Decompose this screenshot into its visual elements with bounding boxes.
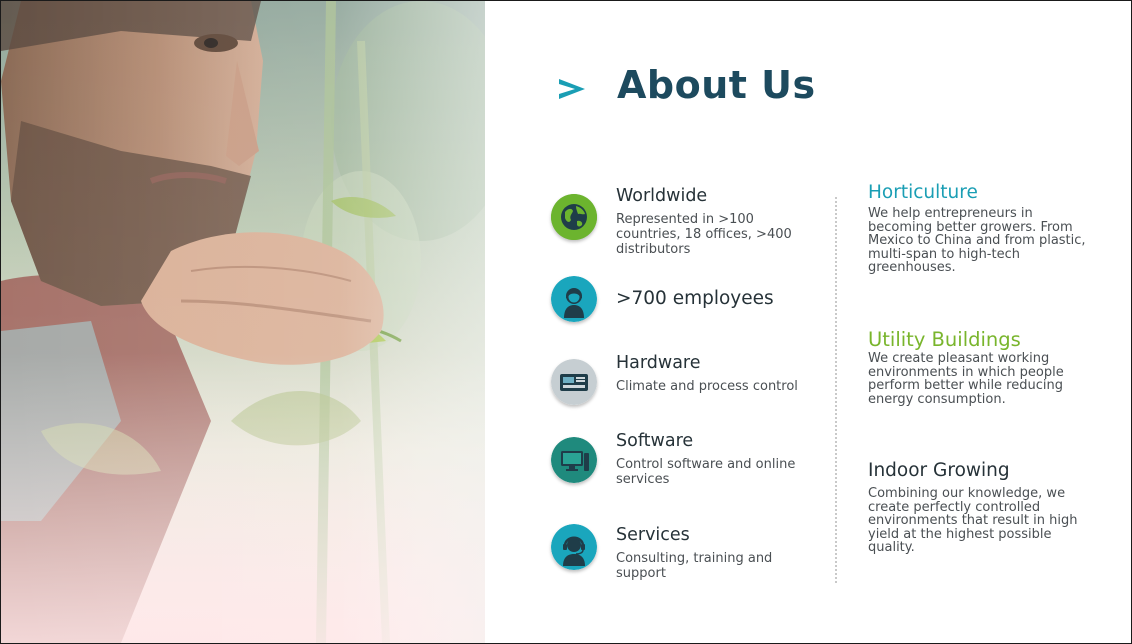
person-icon xyxy=(551,276,597,322)
sector-indoor-growing: Indoor Growing Combining our knowledge, … xyxy=(868,460,1098,555)
feature-description: Represented in >100 countries, 18 office… xyxy=(616,212,792,257)
sector-title: Indoor Growing xyxy=(868,460,1010,481)
sector-utility-buildings: Utility Buildings We create pleasant wor… xyxy=(868,329,1098,406)
sector-description: We help entrepreneurs in becoming better… xyxy=(868,206,1086,275)
sector-horticulture: Horticulture We help entrepreneurs in be… xyxy=(868,182,1098,275)
feature-title: Services xyxy=(616,525,690,545)
sector-description: Combining our knowledge, we create perfe… xyxy=(868,486,1078,555)
chevron-right-icon xyxy=(553,67,593,107)
feature-description: Consulting, training and support xyxy=(616,551,773,581)
computer-icon xyxy=(551,437,597,483)
grower-photo xyxy=(1,1,485,643)
feature-title: Hardware xyxy=(616,353,701,373)
sector-title: Horticulture xyxy=(868,182,978,203)
sector-description: We create pleasant working environments … xyxy=(868,351,1064,407)
feature-description: Control software and online services xyxy=(616,457,796,487)
feature-title: Worldwide xyxy=(616,186,708,206)
feature-title: >700 employees xyxy=(616,288,774,309)
sector-title: Utility Buildings xyxy=(868,328,1021,351)
feature-description: Climate and process control xyxy=(616,379,798,394)
page-title: About Us xyxy=(617,63,816,107)
feature-title: Software xyxy=(616,431,694,451)
column-divider xyxy=(835,197,837,583)
about-us-content: About Us Worldwide Represented in >100 c… xyxy=(485,1,1131,643)
headset-support-icon xyxy=(551,524,597,570)
globe-icon xyxy=(551,194,597,240)
about-us-slide: About Us Worldwide Represented in >100 c… xyxy=(0,0,1132,644)
controller-hardware-icon xyxy=(551,359,597,405)
